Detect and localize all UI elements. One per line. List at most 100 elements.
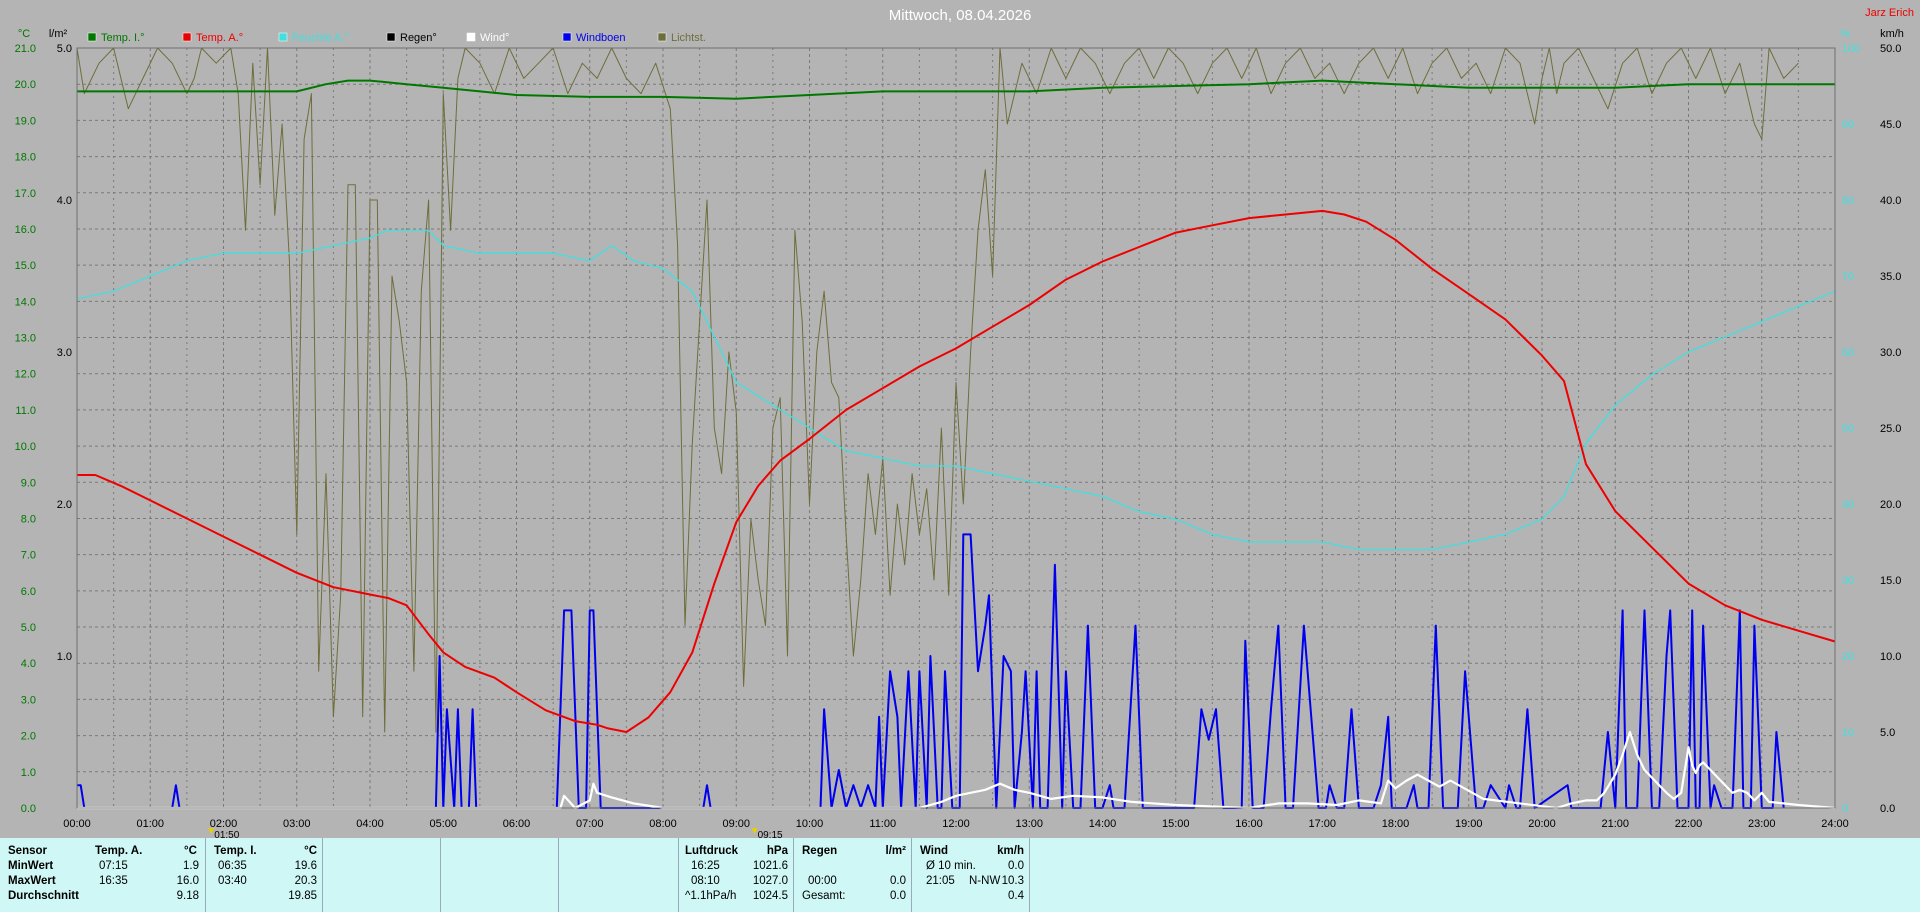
rain-tick-label: 3.0 [57, 347, 72, 359]
temp-a-min-value: 1.9 [183, 860, 199, 872]
time-tick-label: 20:00 [1528, 818, 1556, 830]
rain-total-value: 0.0 [890, 890, 906, 902]
rain-tick-label: 4.0 [57, 195, 72, 207]
time-tick-label: 15:00 [1162, 818, 1190, 830]
temp-tick-label: 20.0 [15, 79, 36, 91]
temp-tick-label: 2.0 [21, 731, 36, 743]
wind-tick-label: 25.0 [1880, 423, 1901, 435]
rain-time: 00:00 [808, 875, 837, 887]
temp-tick-label: 18.0 [15, 152, 36, 164]
pressure-max-time: 08:10 [691, 875, 720, 887]
pressure-min-time: 16:25 [691, 860, 720, 872]
wind-tick-label: 10.0 [1880, 651, 1901, 663]
rain-unit-label: l/m² [49, 28, 68, 40]
temp-tick-label: 21.0 [15, 43, 36, 55]
temp-i-max-value: 20.3 [294, 875, 317, 887]
time-tick-label: 24:00 [1821, 818, 1849, 830]
wind-tick-label: 30.0 [1880, 347, 1901, 359]
stats-rain: Regen l/m² 00:00 Gesamt: 0.0 0.0 [793, 838, 912, 912]
temp-tick-label: 0.0 [21, 803, 36, 815]
wind-header: Wind [920, 845, 948, 857]
legend-swatch [562, 32, 572, 42]
legend-label: Windboen [576, 32, 626, 44]
rain-tick-label: 2.0 [57, 499, 72, 511]
temp-a-max-value: 16.0 [176, 875, 199, 887]
legend-swatch [87, 32, 97, 42]
temp-tick-label: 10.0 [15, 441, 36, 453]
temp-unit-label: °C [18, 28, 30, 40]
wind-max-time: 21:05 [926, 875, 955, 887]
chart-title: Mittwoch, 08.04.2026 [889, 7, 1032, 24]
time-tick-label: 10:00 [796, 818, 824, 830]
temp-i-min-value: 19.6 [294, 860, 317, 872]
min-label: MinWert [8, 860, 54, 872]
time-tick-label: 03:00 [283, 818, 311, 830]
temp-tick-label: 9.0 [21, 477, 36, 489]
stats-temp-i: Temp. I. °C 06:35 03:40 19.6 20.3 19.85 [205, 838, 323, 912]
legend-label: Wind° [480, 32, 509, 44]
wind-tick-label: 0.0 [1880, 803, 1895, 815]
temp-tick-label: 4.0 [21, 658, 36, 670]
humidity-tick-label: 50 [1842, 423, 1854, 435]
time-tick-label: 09:00 [722, 818, 750, 830]
pressure-max-value: 1027.0 [752, 875, 788, 887]
time-tick-label: 01:00 [136, 818, 164, 830]
legend-label: Temp. I.° [101, 32, 145, 44]
temp-tick-label: 19.0 [15, 115, 36, 127]
stats-empty-1 [322, 838, 441, 912]
rain-header: Regen [802, 845, 838, 857]
legend-label: Regen° [400, 32, 437, 44]
temp-i-header: Temp. I. [214, 845, 257, 857]
humidity-tick-label: 10 [1842, 727, 1854, 739]
time-tick-label: 21:00 [1601, 818, 1629, 830]
humidity-tick-label: 80 [1842, 195, 1854, 207]
legend-swatch [657, 32, 667, 42]
time-tick-label: 04:00 [356, 818, 384, 830]
legend-swatch [182, 32, 192, 42]
time-tick-label: 13:00 [1015, 818, 1043, 830]
temp-a-max-time: 16:35 [99, 875, 128, 887]
rain-total-label: Gesamt: [802, 890, 846, 902]
wind-unit-label: km/h [1880, 28, 1904, 40]
time-tick-label: 19:00 [1455, 818, 1483, 830]
temp-i-unit: °C [304, 845, 317, 857]
temp-tick-label: 5.0 [21, 622, 36, 634]
humidity-tick-label: 30 [1842, 575, 1854, 587]
wind-tick-label: 50.0 [1880, 43, 1901, 55]
temp-tick-label: 17.0 [15, 188, 36, 200]
legend-swatch [386, 32, 396, 42]
stats-temp-a: Sensor MinWert MaxWert Durchschnitt Temp… [0, 838, 205, 912]
avg-label: Durchschnitt [8, 890, 79, 902]
temp-a-unit: °C [184, 845, 197, 857]
legend-swatch [466, 32, 476, 42]
legend-label: Lichtst. [671, 32, 706, 44]
wind-max-value: 10.3 [1001, 875, 1024, 887]
pressure-trend: ^1.1hPa/h [685, 890, 737, 902]
wind-tick-label: 45.0 [1880, 119, 1901, 131]
time-tick-label: 18:00 [1382, 818, 1410, 830]
stats-pressure: Luftdruck hPa 16:25 08:10 ^1.1hPa/h 1021… [678, 838, 794, 912]
time-tick-label: 07:00 [576, 818, 604, 830]
humidity-tick-label: 100 [1842, 43, 1860, 55]
temp-tick-label: 1.0 [21, 767, 36, 779]
temp-a-min-time: 07:15 [99, 860, 128, 872]
humidity-tick-label: 20 [1842, 651, 1854, 663]
time-marker-label: 01:50 [214, 830, 239, 838]
temp-a-header: Temp. A. [95, 845, 143, 857]
temp-i-min-time: 06:35 [218, 860, 247, 872]
temp-a-avg-value: 9.18 [176, 890, 199, 902]
wind-unit: km/h [997, 845, 1024, 857]
humidity-tick-label: 90 [1842, 119, 1854, 131]
weather-chart: Mittwoch, 08.04.2026 Jarz Erich °C l/m² … [0, 0, 1920, 838]
time-tick-label: 17:00 [1308, 818, 1336, 830]
legend-label: Feuchte A.° [292, 32, 349, 44]
time-tick-label: 11:00 [869, 818, 896, 830]
sensor-header: Sensor [8, 845, 47, 857]
rain-unit: l/m² [885, 845, 906, 857]
pressure-min-value: 1021.6 [752, 860, 788, 872]
wind-tick-label: 40.0 [1880, 195, 1901, 207]
temp-i-max-time: 03:40 [218, 875, 247, 887]
time-marker-label: 09:15 [758, 830, 783, 838]
legend-swatch [278, 32, 288, 42]
temp-tick-label: 3.0 [21, 694, 36, 706]
